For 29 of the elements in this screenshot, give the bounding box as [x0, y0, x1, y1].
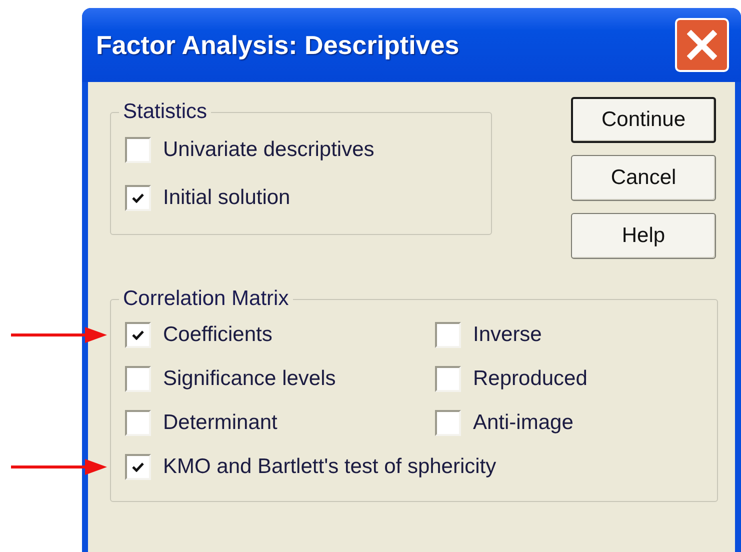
dialog-button[interactable]: Continue [571, 97, 716, 143]
window-title: Factor Analysis: Descriptives [96, 30, 460, 60]
close-button[interactable] [675, 18, 729, 72]
group-title: Statistics [122, 100, 208, 124]
checkbox[interactable] [125, 137, 151, 163]
checkbox-label: Inverse [473, 323, 542, 347]
checkbox[interactable] [125, 366, 151, 392]
checkbox-label: Significance levels [163, 367, 336, 391]
group-title: Correlation Matrix [122, 287, 290, 311]
checkbox-label: KMO and Bartlett's test of sphericity [163, 455, 496, 479]
checkbox[interactable] [125, 454, 151, 480]
checkbox-label: Initial solution [163, 186, 290, 210]
checkbox[interactable] [435, 322, 461, 348]
checkbox-label: Determinant [163, 411, 278, 435]
checkmark-icon [132, 330, 144, 340]
checkmark-icon [132, 193, 144, 203]
checkbox-label: Univariate descriptives [163, 138, 374, 162]
checkbox[interactable] [435, 410, 461, 436]
checkbox-label: Reproduced [473, 367, 588, 391]
checkbox[interactable] [125, 322, 151, 348]
checkbox[interactable] [435, 366, 461, 392]
checkbox-label: Anti-image [473, 411, 574, 435]
dialog-button[interactable]: Cancel [571, 155, 716, 201]
checkbox[interactable] [125, 410, 151, 436]
checkbox[interactable] [125, 185, 151, 211]
dialog-button[interactable]: Help [571, 213, 716, 259]
close-icon [687, 30, 717, 60]
checkbox-label: Coefficients [163, 323, 272, 347]
checkmark-icon [132, 462, 144, 472]
